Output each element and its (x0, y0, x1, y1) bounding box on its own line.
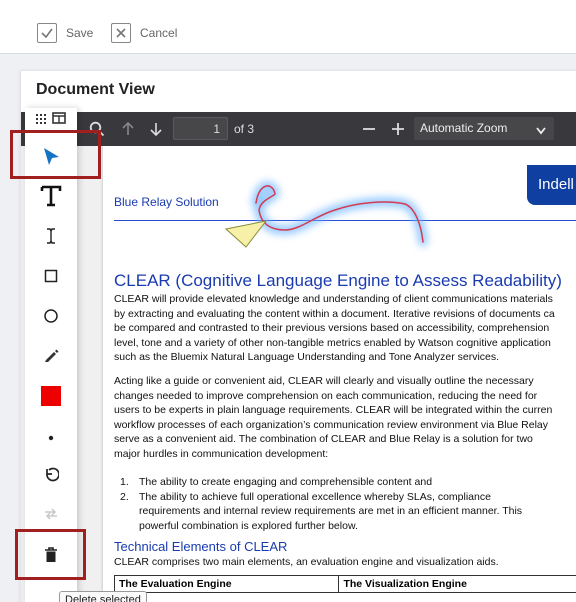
text-line: users to be experts in plain language re… (114, 404, 553, 416)
arrow-down-icon[interactable] (145, 112, 167, 146)
annotation-header (25, 108, 77, 132)
elements-table: The Evaluation Engine The Visualization … (113, 575, 576, 593)
check-icon (37, 23, 57, 43)
zoom-select[interactable]: Automatic Zoom (414, 117, 554, 140)
redo-tool[interactable] (25, 501, 77, 531)
list-item: 1. The ability to create engaging and co… (120, 475, 576, 490)
dot-icon (48, 428, 54, 446)
paragraph-guide: Acting like a guide or convenient aid, C… (114, 374, 576, 461)
viewer-toolbar: of 3 Automatic Zoom (21, 112, 576, 146)
text-line: changes needed to improve comprehension … (114, 389, 538, 402)
cancel-button[interactable]: Cancel (111, 23, 177, 43)
grid-icon[interactable] (36, 111, 46, 129)
ink-stroke[interactable] (251, 181, 428, 247)
paragraph-elements: CLEAR comprises two main elements, an ev… (114, 556, 499, 568)
header-rule (114, 220, 576, 221)
top-strip (0, 0, 576, 14)
undo-icon (43, 466, 60, 487)
list-text: powerful combination is explored further… (139, 519, 358, 532)
rectangle-tool[interactable] (25, 263, 77, 293)
text-cursor-icon (46, 227, 56, 249)
delete-tool[interactable] (25, 542, 77, 572)
point-tool[interactable] (25, 422, 77, 452)
list-item: 2. The ability to achieve full operation… (120, 490, 576, 534)
arrow-up-icon[interactable] (117, 112, 139, 146)
subsection-heading: Technical Elements of CLEAR (114, 539, 288, 554)
table-header: The Evaluation Engine (113, 575, 340, 593)
page-number-input[interactable] (173, 117, 228, 140)
pen-tool[interactable] (25, 342, 77, 372)
list-text: The ability to create engaging and compr… (139, 476, 433, 488)
text-cursor-tool[interactable] (25, 223, 77, 253)
list-text: The ability to achieve full operational … (139, 490, 491, 503)
panel-layout-icon[interactable] (52, 111, 66, 129)
color-swatch[interactable] (25, 381, 77, 411)
page-count: of 3 (234, 122, 255, 136)
select-tool[interactable] (25, 144, 77, 174)
paragraph-intro: CLEAR will provide elevated knowledge an… (114, 292, 576, 365)
text-line: major hurdles in communication developme… (114, 447, 329, 460)
text-line: by extracting and evaluating the content… (114, 307, 555, 320)
document-area: Indell Blue Relay Solution CLEAR (Cognit… (21, 146, 576, 602)
save-button[interactable]: Save (37, 23, 93, 43)
list-number: 2. (120, 490, 129, 503)
document-view-card: Document View of 3 Automatic Zoom Indell (20, 70, 576, 602)
text-line: CLEAR will provide elevated knowledge an… (114, 293, 553, 305)
trash-icon (44, 546, 58, 568)
annotation-toolbar (25, 108, 77, 602)
table-header: The Visualization Engine (338, 575, 576, 593)
rectangle-icon (44, 269, 58, 288)
company-logo: Indell (527, 165, 576, 205)
text-line: be compared and contrasted to their prev… (114, 322, 550, 334)
color-swatch-fill (41, 386, 61, 406)
text-line: serve as a convenient aid. The combinati… (114, 433, 533, 445)
zoom-out-icon[interactable] (359, 112, 379, 146)
redo-icon (43, 507, 59, 526)
text-line: level, tone and a variety of other non-t… (114, 336, 551, 349)
cancel-label: Cancel (140, 26, 178, 40)
delete-tooltip: Delete selected (59, 591, 147, 602)
chevron-down-icon (536, 124, 546, 138)
pencil-icon (43, 347, 59, 368)
list-text: requirements and internal review require… (139, 505, 523, 517)
brand-name: Blue Relay Solution (114, 195, 219, 209)
close-icon (111, 23, 131, 43)
circle-icon (43, 308, 59, 329)
pointer-cursor-icon (224, 220, 268, 248)
zoom-in-icon[interactable] (388, 112, 408, 146)
text-line: workflow processes of each organization’… (114, 418, 549, 431)
undo-tool[interactable] (25, 461, 77, 491)
card-title: Document View (36, 81, 155, 98)
cursor-arrow-icon (42, 147, 60, 172)
ellipse-tool[interactable] (25, 303, 77, 333)
save-label: Save (66, 26, 94, 40)
search-icon[interactable] (85, 112, 109, 146)
action-bar: Save Cancel (0, 14, 576, 54)
text-line: such as the Bluemix Natural Language Und… (114, 351, 500, 363)
list-number: 1. (120, 476, 129, 488)
text-tool[interactable] (25, 183, 77, 213)
zoom-value: Automatic Zoom (420, 121, 508, 135)
numbered-list: 1. The ability to create engaging and co… (120, 475, 576, 533)
text-line: Acting like a guide or convenient aid, C… (114, 375, 534, 387)
text-icon (40, 185, 62, 212)
section-heading: CLEAR (Cognitive Language Engine to Asse… (114, 271, 562, 290)
document-page: Indell Blue Relay Solution CLEAR (Cognit… (103, 146, 576, 602)
